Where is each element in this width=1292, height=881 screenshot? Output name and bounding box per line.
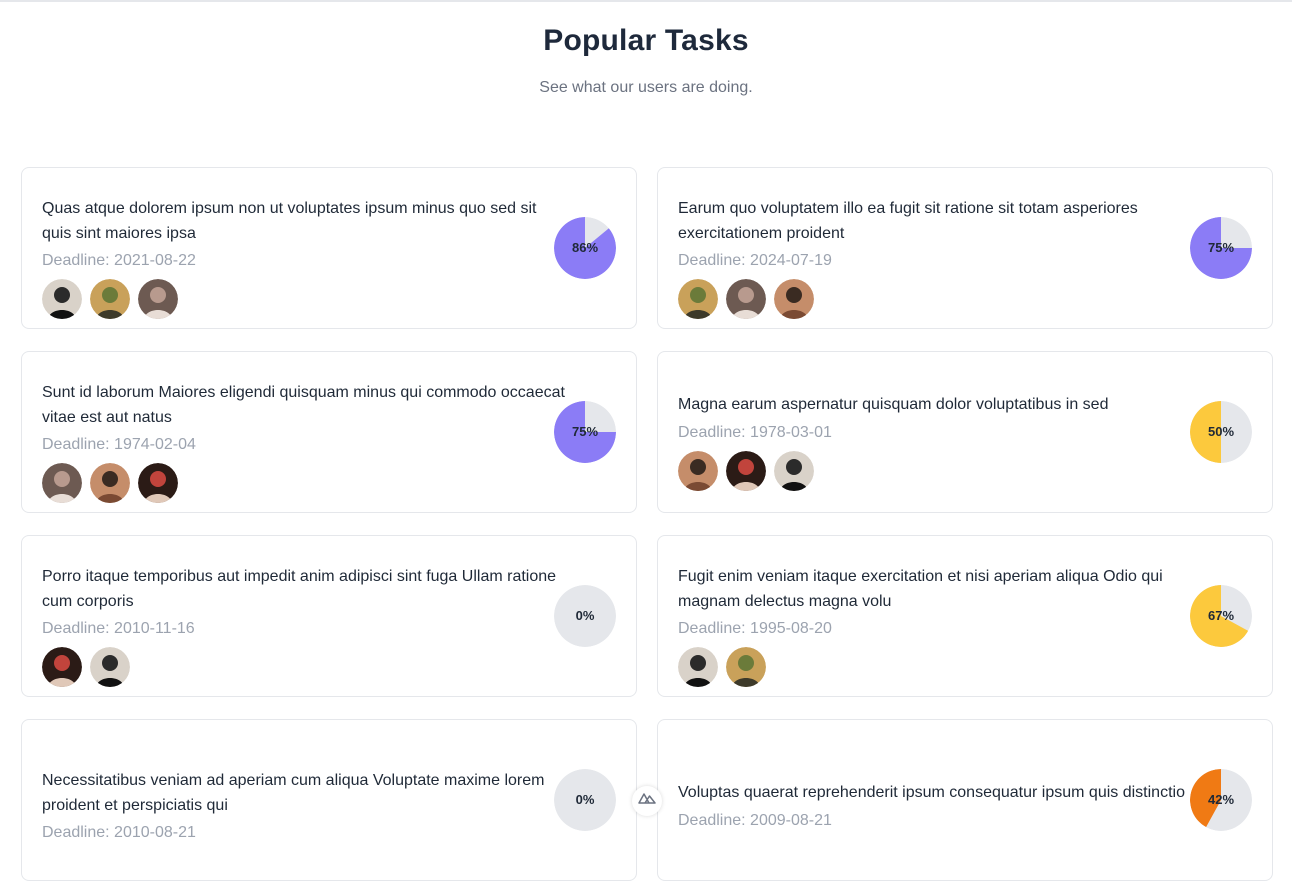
progress-chart: 75% [554,401,616,463]
avatar [678,647,718,687]
assignee-avatars [42,463,566,503]
progress-label: 75% [1207,240,1235,255]
task-card-body: Magna earum aspernatur quisquam dolor vo… [678,393,1252,491]
progress-label: 75% [571,424,599,439]
task-card[interactable]: Earum quo voluptatem illo ea fugit sit r… [657,167,1273,329]
task-card[interactable]: Voluptas quaerat reprehenderit ipsum con… [657,719,1273,881]
task-card-body: Sunt id laborum Maiores eligendi quisqua… [42,381,616,503]
task-deadline: Deadline: 2021-08-22 [42,252,196,269]
progress-chart: 67% [1190,585,1252,647]
page-subtitle: See what our users are doing. [539,79,753,96]
task-card-body: Fugit enim veniam itaque exercitation et… [678,565,1252,687]
task-card[interactable]: Fugit enim veniam itaque exercitation et… [657,535,1273,697]
avatar [726,647,766,687]
task-title: Quas atque dolorem ipsum non ut voluptat… [42,200,537,242]
progress-chart: 75% [1190,217,1252,279]
avatar [774,279,814,319]
task-deadline: Deadline: 1995-08-20 [678,620,832,637]
task-grid: Quas atque dolorem ipsum non ut voluptat… [21,167,1273,881]
avatar [726,279,766,319]
progress-label: 86% [571,240,599,255]
avatar [42,647,82,687]
task-card-body: Quas atque dolorem ipsum non ut voluptat… [42,197,616,319]
task-deadline: Deadline: 2024-07-19 [678,252,832,269]
avatar [678,279,718,319]
avatar [90,463,130,503]
task-title: Earum quo voluptatem illo ea fugit sit r… [678,200,1138,242]
progress-chart: 42% [1190,769,1252,831]
task-card-body: Earum quo voluptatem illo ea fugit sit r… [678,197,1252,319]
avatar [42,463,82,503]
progress-chart: 86% [554,217,616,279]
task-card[interactable]: Magna earum aspernatur quisquam dolor vo… [657,351,1273,513]
assignee-avatars [678,647,1202,687]
avatar [90,279,130,319]
task-title: Porro itaque temporibus aut impedit anim… [42,568,557,610]
avatar [774,450,814,491]
assignee-avatars [678,450,1202,491]
assignee-avatars [42,279,566,319]
progress-chart: 50% [1190,401,1252,463]
avatar [678,450,718,491]
task-card[interactable]: Quas atque dolorem ipsum non ut voluptat… [21,167,637,329]
task-card[interactable]: Necessitatibus veniam ad aperiam cum ali… [21,719,637,881]
task-deadline: Deadline: 1974-02-04 [42,436,196,453]
nuxt-logo-icon [638,793,656,804]
task-deadline: Deadline: 2010-08-21 [42,824,196,841]
top-divider [0,0,1292,2]
progress-label: 0% [575,792,595,807]
progress-label: 42% [1207,792,1235,807]
task-card[interactable]: Sunt id laborum Maiores eligendi quisqua… [21,351,637,513]
task-title: Voluptas quaerat reprehenderit ipsum con… [678,784,1185,802]
task-title: Necessitatibus veniam ad aperiam cum ali… [42,772,545,814]
page-header: Popular Tasks See what our users are doi… [0,22,1292,100]
task-deadline: Deadline: 1978-03-01 [678,423,832,441]
nuxt-devtools-button[interactable] [632,786,662,816]
avatar [726,450,766,491]
task-card-body: Voluptas quaerat reprehenderit ipsum con… [678,781,1252,839]
avatar [138,463,178,503]
assignee-avatars [678,279,1202,319]
progress-label: 50% [1207,424,1235,439]
avatar [138,279,178,319]
progress-chart: 0% [554,769,616,831]
task-title: Magna earum aspernatur quisquam dolor vo… [678,396,1109,414]
task-title: Fugit enim veniam itaque exercitation et… [678,568,1163,610]
assignee-avatars [42,647,566,687]
progress-chart: 0% [554,585,616,647]
task-deadline: Deadline: 2009-08-21 [678,811,832,829]
avatar [42,279,82,319]
task-card-body: Porro itaque temporibus aut impedit anim… [42,565,616,687]
task-deadline: Deadline: 2010-11-16 [42,620,195,637]
avatar [90,647,130,687]
task-card-body: Necessitatibus veniam ad aperiam cum ali… [42,769,616,851]
task-card[interactable]: Porro itaque temporibus aut impedit anim… [21,535,637,697]
task-title: Sunt id laborum Maiores eligendi quisqua… [42,384,565,426]
progress-label: 0% [575,608,595,623]
page-title: Popular Tasks [543,24,749,57]
progress-label: 67% [1207,608,1235,623]
